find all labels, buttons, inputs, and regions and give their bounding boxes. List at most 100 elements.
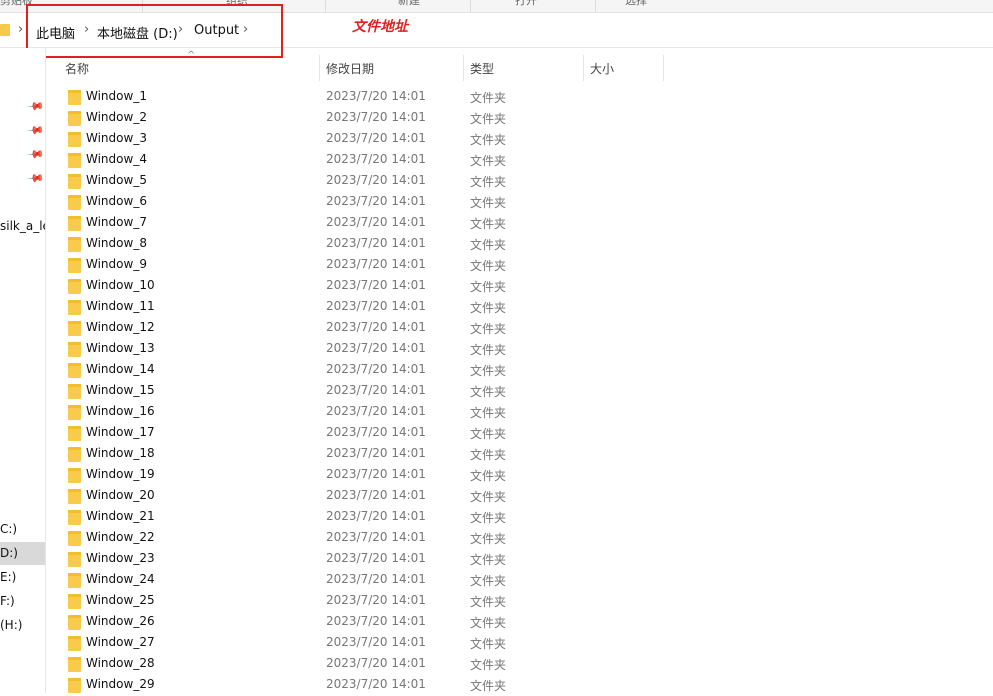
file-row[interactable]: Window_19 2023/7/20 14:01 文件夹 <box>46 465 993 486</box>
column-divider[interactable] <box>463 55 464 81</box>
column-divider[interactable] <box>319 55 320 81</box>
column-header-type[interactable]: 类型 <box>470 60 494 77</box>
file-type: 文件夹 <box>470 112 507 126</box>
file-modified-date: 2023/7/20 14:01 <box>326 341 426 355</box>
file-row[interactable]: Window_18 2023/7/20 14:01 文件夹 <box>46 444 993 465</box>
nav-item-drive-h[interactable]: (H:) <box>0 618 22 632</box>
pin-icon[interactable]: 📌 <box>26 121 45 140</box>
annotation-label: 文件地址 <box>352 19 408 35</box>
column-divider[interactable] <box>663 55 664 81</box>
folder-icon <box>68 174 81 189</box>
file-name: Window_2 <box>86 110 147 124</box>
file-name: Window_12 <box>86 320 155 334</box>
file-row[interactable]: Window_6 2023/7/20 14:01 文件夹 <box>46 192 993 213</box>
file-type: 文件夹 <box>470 364 507 378</box>
nav-item-drive-c[interactable]: C:) <box>0 522 17 536</box>
file-row[interactable]: Window_5 2023/7/20 14:01 文件夹 <box>46 171 993 192</box>
file-name: Window_11 <box>86 299 155 313</box>
column-divider[interactable] <box>583 55 584 81</box>
nav-item-drive-e[interactable]: E:) <box>0 570 16 584</box>
pin-icon[interactable]: 📌 <box>26 145 45 164</box>
ribbon-group-open: 打开 <box>515 0 537 7</box>
file-row[interactable]: Window_15 2023/7/20 14:01 文件夹 <box>46 381 993 402</box>
file-row[interactable]: Window_4 2023/7/20 14:01 文件夹 <box>46 150 993 171</box>
annotation-box <box>26 4 283 58</box>
file-type: 文件夹 <box>470 469 507 483</box>
file-row[interactable]: Window_16 2023/7/20 14:01 文件夹 <box>46 402 993 423</box>
file-modified-date: 2023/7/20 14:01 <box>326 635 426 649</box>
file-type: 文件夹 <box>470 91 507 105</box>
file-name: Window_15 <box>86 383 155 397</box>
ribbon-group-select: 选择 <box>625 0 647 7</box>
file-type: 文件夹 <box>470 427 507 441</box>
folder-icon <box>68 153 81 168</box>
file-row[interactable]: Window_27 2023/7/20 14:01 文件夹 <box>46 633 993 654</box>
file-modified-date: 2023/7/20 14:01 <box>326 404 426 418</box>
chevron-right-icon[interactable]: › <box>18 22 23 37</box>
file-type: 文件夹 <box>470 406 507 420</box>
folder-icon <box>68 405 81 420</box>
file-row[interactable]: Window_13 2023/7/20 14:01 文件夹 <box>46 339 993 360</box>
file-name: Window_1 <box>86 89 147 103</box>
file-row[interactable]: Window_3 2023/7/20 14:01 文件夹 <box>46 129 993 150</box>
file-row[interactable]: Window_14 2023/7/20 14:01 文件夹 <box>46 360 993 381</box>
file-modified-date: 2023/7/20 14:01 <box>326 425 426 439</box>
file-name: Window_26 <box>86 614 155 628</box>
file-modified-date: 2023/7/20 14:01 <box>326 131 426 145</box>
nav-item-quick-access[interactable]: silk_a_le <box>0 219 45 233</box>
pin-icon[interactable]: 📌 <box>26 169 45 188</box>
folder-icon <box>68 90 81 105</box>
file-modified-date: 2023/7/20 14:01 <box>326 656 426 670</box>
folder-icon <box>68 342 81 357</box>
file-type: 文件夹 <box>470 238 507 252</box>
file-modified-date: 2023/7/20 14:01 <box>326 278 426 292</box>
file-row[interactable]: Window_24 2023/7/20 14:01 文件夹 <box>46 570 993 591</box>
column-header-date[interactable]: 修改日期 <box>326 60 374 77</box>
file-modified-date: 2023/7/20 14:01 <box>326 530 426 544</box>
file-type: 文件夹 <box>470 259 507 273</box>
file-row[interactable]: Window_17 2023/7/20 14:01 文件夹 <box>46 423 993 444</box>
file-row[interactable]: Window_25 2023/7/20 14:01 文件夹 <box>46 591 993 612</box>
file-name: Window_24 <box>86 572 155 586</box>
file-name: Window_8 <box>86 236 147 250</box>
file-type: 文件夹 <box>470 154 507 168</box>
file-name: Window_14 <box>86 362 155 376</box>
file-row[interactable]: Window_12 2023/7/20 14:01 文件夹 <box>46 318 993 339</box>
file-row[interactable]: Window_21 2023/7/20 14:01 文件夹 <box>46 507 993 528</box>
file-modified-date: 2023/7/20 14:01 <box>326 215 426 229</box>
file-row[interactable]: Window_11 2023/7/20 14:01 文件夹 <box>46 297 993 318</box>
file-row[interactable]: Window_9 2023/7/20 14:01 文件夹 <box>46 255 993 276</box>
file-row[interactable]: Window_23 2023/7/20 14:01 文件夹 <box>46 549 993 570</box>
file-type: 文件夹 <box>470 322 507 336</box>
file-modified-date: 2023/7/20 14:01 <box>326 446 426 460</box>
navigation-pane[interactable]: 📌 📌 📌 📌 silk_a_le C:) D:) E:) F:) (H:) <box>0 48 46 693</box>
pin-icon[interactable]: 📌 <box>26 97 45 116</box>
file-type: 文件夹 <box>470 553 507 567</box>
file-name: Window_19 <box>86 467 155 481</box>
file-name: Window_16 <box>86 404 155 418</box>
folder-icon <box>68 447 81 462</box>
ribbon-separator <box>470 0 471 12</box>
file-row[interactable]: Window_8 2023/7/20 14:01 文件夹 <box>46 234 993 255</box>
file-modified-date: 2023/7/20 14:01 <box>326 320 426 334</box>
file-type: 文件夹 <box>470 574 507 588</box>
file-row[interactable]: Window_22 2023/7/20 14:01 文件夹 <box>46 528 993 549</box>
file-row[interactable]: Window_26 2023/7/20 14:01 文件夹 <box>46 612 993 633</box>
file-row[interactable]: Window_20 2023/7/20 14:01 文件夹 <box>46 486 993 507</box>
file-row[interactable]: Window_10 2023/7/20 14:01 文件夹 <box>46 276 993 297</box>
folder-icon <box>68 510 81 525</box>
file-name: Window_21 <box>86 509 155 523</box>
file-row[interactable]: Window_7 2023/7/20 14:01 文件夹 <box>46 213 993 234</box>
file-row[interactable]: Window_1 2023/7/20 14:01 文件夹 <box>46 87 993 108</box>
column-header-name[interactable]: 名称 <box>65 60 89 77</box>
file-row[interactable]: Window_2 2023/7/20 14:01 文件夹 <box>46 108 993 129</box>
folder-icon <box>68 426 81 441</box>
file-modified-date: 2023/7/20 14:01 <box>326 593 426 607</box>
ribbon-separator <box>595 0 596 12</box>
file-row[interactable]: Window_28 2023/7/20 14:01 文件夹 <box>46 654 993 675</box>
nav-item-drive-f[interactable]: F:) <box>0 594 15 608</box>
ribbon-separator <box>325 0 326 12</box>
column-header-size[interactable]: 大小 <box>590 60 614 77</box>
nav-item-drive-d[interactable]: D:) <box>0 546 18 560</box>
file-name: Window_13 <box>86 341 155 355</box>
